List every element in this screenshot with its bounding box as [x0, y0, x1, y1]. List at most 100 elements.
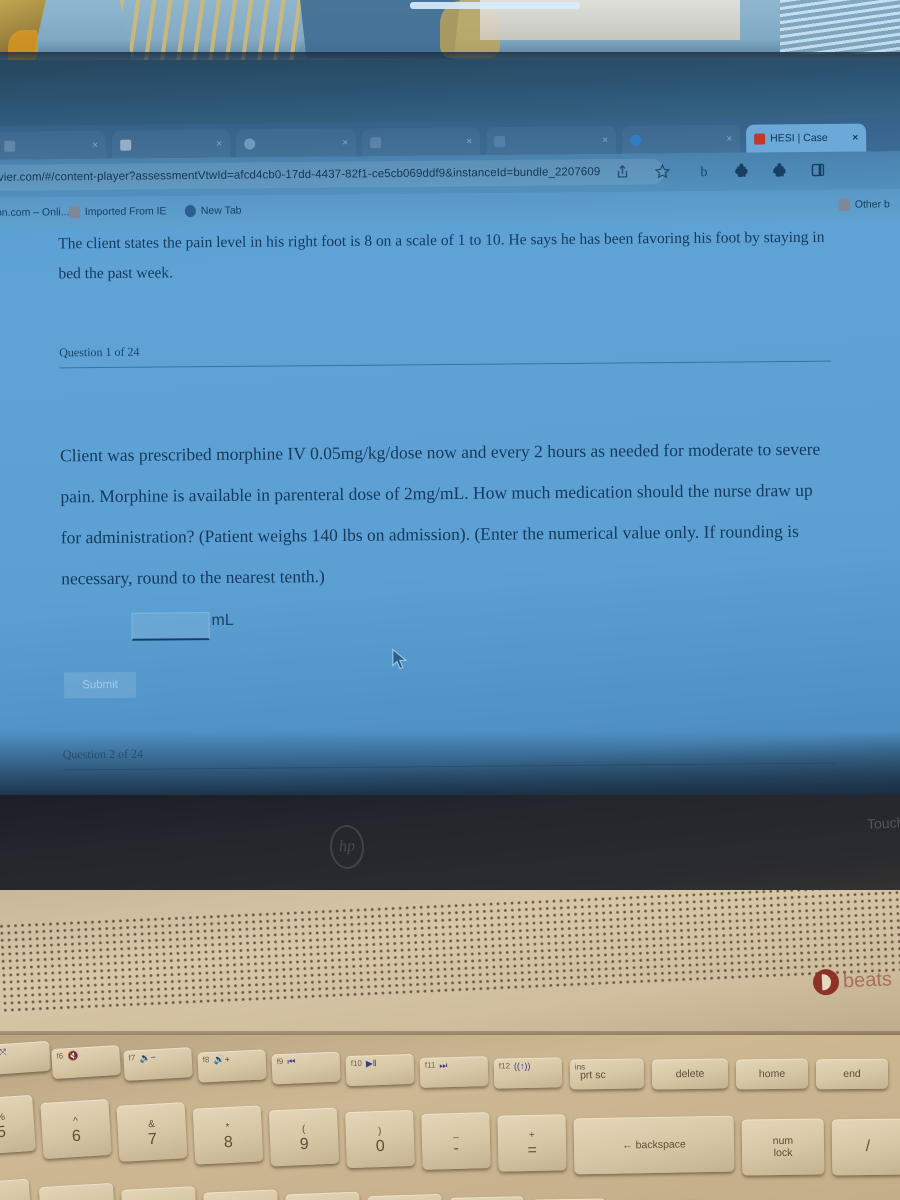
browser-tab[interactable]: × [486, 125, 617, 156]
share-icon[interactable] [614, 164, 630, 180]
prt-sc-label: prt sc [579, 1069, 606, 1082]
globe-icon [184, 204, 196, 218]
refresh-key[interactable]: f5 ⤧ [0, 1040, 51, 1076]
fkey-label: f12 [498, 1061, 511, 1071]
home-key[interactable]: home [735, 1058, 809, 1090]
key-upper-label: % [0, 1111, 6, 1123]
puzzle-extension-icon[interactable] [772, 162, 787, 178]
tab-close-icon[interactable]: × [466, 136, 472, 147]
number-key-9[interactable]: ( 9 [268, 1107, 340, 1167]
fkey-label: f11 [424, 1060, 436, 1070]
browser-tab[interactable]: × [236, 128, 357, 158]
lock-label: lock [773, 1146, 793, 1160]
mute-icon: 🔇 [66, 1050, 79, 1062]
b-extension-icon[interactable]: b [698, 163, 713, 180]
sidebar-panel-icon[interactable] [810, 162, 825, 178]
browser-tab[interactable]: × [622, 124, 741, 154]
tab-close-icon[interactable]: × [602, 135, 608, 146]
beats-wordmark: beats [842, 967, 893, 992]
refresh-icon: ⤧ [0, 1046, 7, 1058]
play-pause-key[interactable]: f10 ▶‖ [345, 1053, 415, 1087]
tab-title [386, 141, 461, 142]
fkey-label: f8 [202, 1055, 210, 1065]
key-lower-label: - [453, 1139, 460, 1157]
bezel-brand-text: Touch [866, 814, 900, 832]
bookmark-star-icon[interactable] [654, 163, 671, 179]
next-track-icon: ⏭ [439, 1060, 448, 1071]
tab-close-icon[interactable]: × [342, 137, 348, 148]
backspace-key[interactable]: ← backspace [573, 1115, 735, 1175]
question-1-divider [59, 360, 832, 369]
previous-track-icon: ⏮ [287, 1056, 296, 1067]
browser-tab[interactable]: × [0, 130, 107, 160]
tab-title [136, 144, 211, 145]
question-1-text: Client was prescribed morphine IV 0.05mg… [59, 438, 821, 589]
browser-tab-active-hesi[interactable]: HESI | Case × [746, 123, 867, 153]
puzzle-extension-icon[interactable] [734, 163, 749, 179]
chegg-favicon [244, 137, 256, 150]
end-label: end [843, 1067, 861, 1081]
laptop-screen: × × × × × × HESI | Case × elsevier.com/#… [0, 0, 900, 800]
key-lower-label: = [527, 1141, 537, 1159]
number-key-6[interactable]: ^ 6 [40, 1098, 112, 1160]
tab-close-icon[interactable]: × [216, 138, 222, 149]
key-upper-label: & [147, 1118, 156, 1130]
tab-title [646, 139, 721, 140]
edge-favicon [630, 134, 642, 146]
beats-audio-logo: beats [812, 966, 893, 996]
answer-unit-label: mL [211, 611, 234, 630]
num-lock-key[interactable]: num lock [741, 1118, 825, 1176]
key-upper-label: * [225, 1121, 230, 1133]
fkey-label: f10 [350, 1058, 363, 1069]
fkey-label: f7 [128, 1053, 136, 1063]
svg-text:b: b [700, 165, 707, 179]
number-key-8[interactable]: * 8 [192, 1105, 264, 1165]
url-text: elsevier.com/#/content-player?assessment… [0, 166, 601, 185]
key-lower-label: 5 [0, 1123, 7, 1141]
tab-title [510, 140, 597, 141]
submit-button[interactable]: Submit [63, 671, 137, 699]
number-key-0[interactable]: ) 0 [345, 1109, 415, 1169]
volume-down-icon: 🔉− [139, 1052, 157, 1064]
slash-key[interactable]: / [831, 1118, 900, 1176]
browser-tab[interactable]: × [362, 127, 481, 157]
end-key[interactable]: end [815, 1058, 889, 1090]
keyboard-bottom-row-key[interactable] [367, 1193, 443, 1200]
other-bookmarks-button[interactable]: Other b [838, 195, 890, 213]
keyboard-bottom-row-key[interactable] [285, 1191, 361, 1200]
tab-title [20, 145, 87, 146]
volume-up-key[interactable]: f8 🔊+ [197, 1049, 267, 1083]
folder-icon [68, 206, 80, 219]
mute-key[interactable]: f6 🔇 [51, 1044, 121, 1080]
previous-track-key[interactable]: f9 ⏮ [271, 1051, 341, 1085]
volume-down-key[interactable]: f7 🔉− [123, 1047, 193, 1081]
slash-label: / [865, 1137, 871, 1156]
print-screen-key[interactable]: ins prt sc [569, 1058, 645, 1090]
keyboard-bottom-row-key[interactable] [0, 1178, 32, 1200]
address-bar[interactable]: elsevier.com/#/content-player?assessment… [0, 158, 665, 192]
next-track-key[interactable]: f11 ⏭ [419, 1056, 489, 1088]
volume-up-icon: 🔊+ [213, 1054, 231, 1065]
keyboard-bottom-row-key[interactable] [449, 1196, 525, 1200]
wireless-key[interactable]: f12 ((↑)) [493, 1057, 563, 1089]
browser-tab[interactable]: × [112, 129, 231, 159]
tab-close-icon[interactable]: × [726, 133, 732, 144]
reflection-light [410, 2, 580, 9]
keyboard-bottom-row-key[interactable] [38, 1182, 116, 1200]
tab-favicon [370, 136, 382, 148]
hyphen-key[interactable]: _ - [421, 1112, 491, 1170]
number-key-7[interactable]: & 7 [116, 1102, 188, 1162]
speaker-grille [0, 890, 900, 1014]
key-lower-label: 6 [71, 1127, 82, 1145]
equals-key[interactable]: + = [497, 1114, 567, 1172]
tab-close-icon[interactable]: × [92, 139, 98, 150]
keyboard-bottom-row-key[interactable] [121, 1186, 197, 1200]
answer-input[interactable] [131, 612, 210, 641]
keyboard-bottom-row-key[interactable] [203, 1189, 279, 1200]
delete-key[interactable]: delete [651, 1058, 729, 1090]
hesi-favicon [754, 133, 766, 145]
number-key-5[interactable]: % 5 [0, 1094, 36, 1156]
tab-favicon [4, 140, 16, 152]
tab-close-icon[interactable]: × [852, 132, 858, 143]
question-2-label: Question 2 of 24 [62, 746, 144, 762]
